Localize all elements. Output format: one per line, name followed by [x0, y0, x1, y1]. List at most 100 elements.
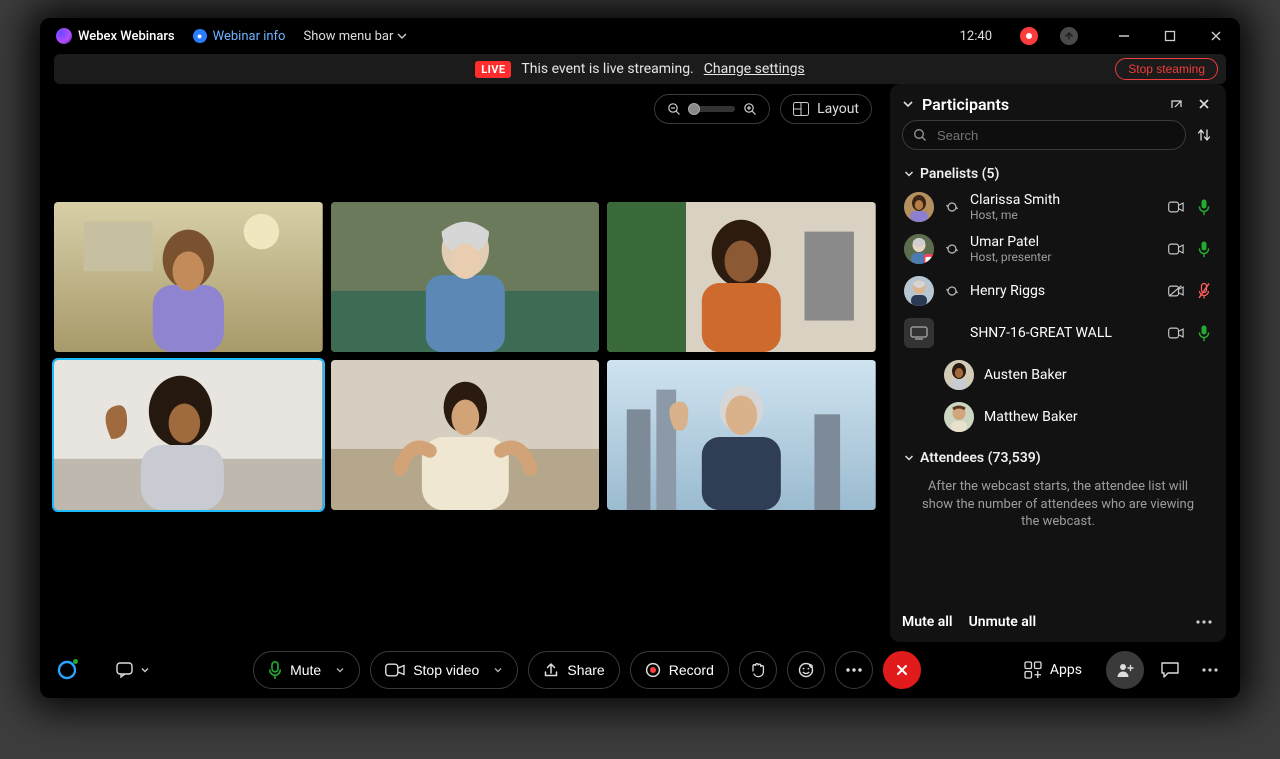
presenter-badge-icon	[924, 254, 934, 264]
video-tile[interactable]	[607, 360, 876, 510]
apps-icon	[1024, 661, 1042, 679]
window-minimize-button[interactable]	[1110, 30, 1138, 42]
participant-name: Henry Riggs	[970, 283, 1158, 299]
zoom-in-icon	[743, 102, 757, 116]
participant-row-nested[interactable]: Matthew Baker	[890, 396, 1226, 438]
chevron-down-icon	[904, 453, 914, 463]
participant-row[interactable]: Umar Patel Host, presenter	[890, 228, 1226, 270]
panel-title: Participants	[922, 95, 1009, 114]
attendees-note: After the webcast starts, the attendee l…	[890, 470, 1226, 545]
participant-row[interactable]: Clarissa Smith Host, me	[890, 186, 1226, 228]
avatar	[904, 276, 934, 306]
participant-row[interactable]: SHN7-16-GREAT WALL	[890, 312, 1226, 354]
participant-row[interactable]: Henry Riggs	[890, 270, 1226, 312]
mute-button[interactable]: Mute	[253, 651, 360, 689]
layout-icon	[793, 102, 809, 116]
video-stage: Layout	[40, 84, 890, 642]
assistant-button[interactable]	[56, 659, 78, 681]
panelists-section-header[interactable]: Panelists (5)	[890, 160, 1226, 186]
record-button[interactable]: Record	[630, 651, 729, 689]
attendees-section-header[interactable]: Attendees (73,539)	[890, 444, 1226, 470]
upload-indicator-icon[interactable]	[1060, 27, 1078, 45]
participant-name: Austen Baker	[984, 367, 1212, 383]
video-grid	[54, 202, 876, 510]
control-dock: Mute Stop video Share Record	[40, 642, 1240, 698]
participant-name: Matthew Baker	[984, 409, 1212, 425]
sync-icon	[944, 200, 960, 214]
chevron-down-icon	[904, 169, 914, 179]
microphone-on-icon	[1196, 241, 1212, 257]
avatar	[904, 192, 934, 222]
live-banner: LIVE This event is live streaming. Chang…	[54, 54, 1226, 84]
camera-icon	[1168, 199, 1184, 215]
video-tile[interactable]	[331, 360, 600, 510]
chevron-down-icon	[493, 665, 503, 675]
chevron-down-icon	[335, 665, 345, 675]
popout-button[interactable]	[1166, 94, 1186, 114]
app-window: Webex Webinars ● Webinar info Show menu …	[40, 18, 1240, 698]
video-tile[interactable]	[54, 202, 323, 352]
video-tile[interactable]	[607, 202, 876, 352]
video-tile-active[interactable]	[54, 360, 323, 510]
titlebar: Webex Webinars ● Webinar info Show menu …	[40, 18, 1240, 54]
more-options-button[interactable]	[835, 651, 873, 689]
share-button[interactable]: Share	[528, 651, 619, 689]
webex-logo-icon	[56, 28, 72, 44]
apps-button[interactable]: Apps	[1024, 661, 1082, 679]
participant-name: SHN7-16-GREAT WALL	[970, 325, 1158, 341]
participant-row-nested[interactable]: Austen Baker	[890, 354, 1226, 396]
clock: 12:40	[960, 29, 992, 44]
show-menu-bar-button[interactable]: Show menu bar	[303, 29, 407, 44]
panelist-list: Clarissa Smith Host, me	[890, 186, 1226, 438]
avatar	[944, 360, 974, 390]
participant-role: Host, me	[970, 208, 1158, 222]
end-call-button[interactable]	[883, 651, 921, 689]
microphone-on-icon	[1196, 199, 1212, 215]
microphone-icon	[268, 661, 282, 679]
window-maximize-button[interactable]	[1156, 30, 1184, 42]
participant-name: Clarissa Smith	[970, 192, 1158, 208]
sort-button[interactable]	[1194, 127, 1214, 143]
mute-all-button[interactable]: Mute all	[902, 614, 953, 630]
sync-icon	[944, 242, 960, 256]
chevron-down-icon[interactable]	[902, 98, 914, 110]
search-input[interactable]	[935, 127, 1175, 144]
app-logo: Webex Webinars	[56, 28, 175, 44]
stop-streaming-button[interactable]: Stop steaming	[1115, 58, 1218, 80]
webinar-info-button[interactable]: ● Webinar info	[193, 29, 286, 44]
more-panel-button[interactable]	[1194, 612, 1214, 632]
microphone-muted-icon	[1196, 283, 1212, 299]
window-close-button[interactable]	[1202, 30, 1230, 42]
raise-hand-button[interactable]	[739, 651, 777, 689]
camera-icon	[385, 663, 405, 677]
camera-off-icon	[1168, 283, 1184, 299]
layout-button[interactable]: Layout	[780, 94, 872, 124]
emoji-reactions-button[interactable]	[787, 651, 825, 689]
participant-name: Umar Patel	[970, 234, 1158, 250]
sync-icon	[944, 284, 960, 298]
change-settings-link[interactable]: Change settings	[704, 61, 805, 77]
camera-icon	[1168, 325, 1184, 341]
zoom-out-icon	[667, 102, 681, 116]
participants-button[interactable]	[1106, 651, 1144, 689]
avatar	[944, 402, 974, 432]
zoom-slider[interactable]	[654, 94, 770, 124]
record-icon	[645, 662, 661, 678]
globe-icon: ●	[193, 29, 207, 43]
live-badge: LIVE	[475, 61, 511, 78]
video-tile[interactable]	[331, 202, 600, 352]
reactions-button[interactable]	[116, 662, 150, 678]
stop-video-button[interactable]: Stop video	[370, 651, 518, 689]
panel-options-button[interactable]	[1196, 668, 1224, 672]
microphone-on-icon	[1196, 325, 1212, 341]
close-panel-button[interactable]	[1194, 94, 1214, 114]
chat-button[interactable]	[1154, 661, 1186, 679]
recording-indicator-icon[interactable]	[1020, 27, 1038, 45]
unmute-all-button[interactable]: Unmute all	[969, 614, 1037, 630]
search-input-wrapper[interactable]	[902, 120, 1186, 150]
search-icon	[913, 128, 927, 142]
chevron-down-icon	[140, 665, 150, 675]
app-name: Webex Webinars	[78, 29, 175, 44]
device-icon	[904, 318, 934, 348]
participants-panel: Participants Panel	[890, 84, 1226, 642]
